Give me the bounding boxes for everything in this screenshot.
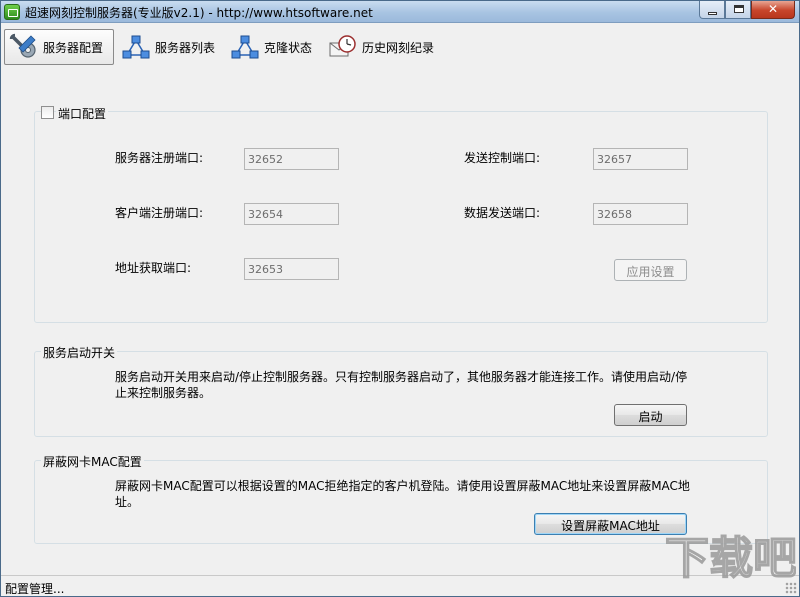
minimize-icon — [708, 12, 717, 15]
title-bar[interactable]: 超速网刻控制服务器(专业版v2.1) - http://www.htsoftwa… — [1, 1, 799, 23]
status-text: 配置管理... — [5, 582, 65, 596]
desc-line: 址。 — [115, 495, 140, 509]
tab-label: 服务器列表 — [155, 40, 216, 55]
tab-history[interactable]: 历史网刻纪录 — [324, 29, 442, 65]
minimize-button[interactable] — [699, 1, 725, 19]
close-icon: ✕ — [767, 2, 779, 16]
desc-line: 服务启动开关用来启动/停止控制服务器。只有控制服务器启动了，其他服务器才能连接工… — [115, 370, 688, 384]
watermark-logo: 下载吧 — [661, 521, 798, 591]
maximize-button[interactable] — [725, 1, 751, 19]
start-button[interactable]: 启动 — [614, 404, 687, 426]
watermark-text: 下载吧 — [665, 533, 796, 584]
tab-server-list[interactable]: 服务器列表 — [117, 29, 223, 65]
close-button[interactable]: ✕ — [751, 1, 795, 19]
data-send-port-field[interactable]: 32658 — [593, 203, 688, 225]
addr-fetch-port-label: 地址获取端口: — [115, 261, 192, 275]
service-switch-title: 服务启动开关 — [41, 344, 118, 361]
wrench-gear-icon — [9, 33, 39, 61]
port-config-checkbox[interactable] — [41, 106, 54, 119]
port-config-title: 端口配置 — [56, 105, 109, 122]
addr-fetch-port-field[interactable]: 32653 — [244, 258, 339, 280]
tab-label: 历史网刻纪录 — [362, 40, 435, 55]
maximize-icon — [734, 5, 744, 13]
tab-label: 克隆状态 — [264, 40, 313, 55]
toolbar: 服务器配置 服务器列表 克隆状态 历史网刻纪录 — [1, 25, 799, 69]
tab-clone-status[interactable]: 克隆状态 — [226, 29, 318, 65]
network-nodes-icon — [230, 33, 260, 61]
window-title: 超速网刻控制服务器(专业版v2.1) - http://www.htsoftwa… — [25, 6, 373, 20]
server-reg-port-label: 服务器注册端口: — [115, 151, 204, 165]
app-icon — [4, 4, 20, 20]
data-send-port-label: 数据发送端口: — [464, 206, 541, 220]
tab-server-config[interactable]: 服务器配置 — [4, 29, 114, 65]
app-window: 超速网刻控制服务器(专业版v2.1) - http://www.htsoftwa… — [0, 0, 800, 597]
mac-config-title: 屏蔽网卡MAC配置 — [41, 453, 144, 470]
network-nodes-icon — [121, 33, 151, 61]
server-reg-port-field[interactable]: 32652 — [244, 148, 339, 170]
desc-line: 止来控制服务器。 — [115, 386, 212, 400]
client-reg-port-label: 客户端注册端口: — [115, 206, 204, 220]
mac-config-description: 屏蔽网卡MAC配置可以根据设置的MAC拒绝指定的客户机登陆。请使用设置屏蔽MAC… — [115, 478, 705, 510]
service-switch-description: 服务启动开关用来启动/停止控制服务器。只有控制服务器启动了，其他服务器才能连接工… — [115, 369, 705, 401]
send-ctrl-port-label: 发送控制端口: — [464, 151, 541, 165]
apply-settings-button[interactable]: 应用设置 — [614, 259, 687, 281]
send-ctrl-port-field[interactable]: 32657 — [593, 148, 688, 170]
clock-envelope-icon — [328, 33, 358, 61]
client-reg-port-field[interactable]: 32654 — [244, 203, 339, 225]
desc-line: 屏蔽网卡MAC配置可以根据设置的MAC拒绝指定的客户机登陆。请使用设置屏蔽MAC… — [115, 479, 690, 493]
tab-label: 服务器配置 — [43, 40, 104, 55]
